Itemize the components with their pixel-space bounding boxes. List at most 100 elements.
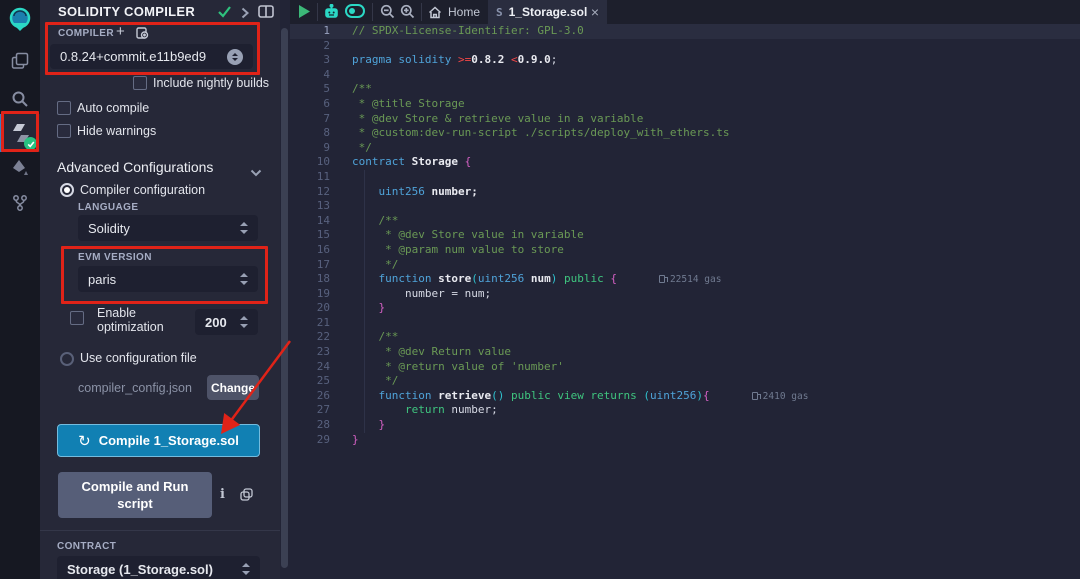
code-line-13[interactable]: 13	[290, 199, 1080, 214]
ai-assistant-icon[interactable]	[323, 4, 340, 20]
compile-and-run-button[interactable]: Compile and Run script	[58, 472, 212, 518]
code-line-2[interactable]: 2	[290, 39, 1080, 54]
language-select[interactable]: Solidity	[78, 215, 258, 241]
fuel-pump-icon	[659, 275, 665, 283]
evm-version-value: paris	[88, 272, 239, 287]
code-line-28[interactable]: 28 }	[290, 418, 1080, 433]
editor-tabbar: Home S 1_Storage.sol ×	[290, 0, 1080, 24]
line-number: 24	[290, 360, 346, 375]
compile-success-check-icon	[217, 5, 232, 23]
tab-home[interactable]: Home	[428, 0, 488, 24]
hide-warnings-checkbox[interactable]	[57, 124, 71, 138]
line-number: 5	[290, 82, 346, 97]
copilot-toggle-icon[interactable]	[345, 4, 365, 18]
code-line-12[interactable]: 12 uint256 number;	[290, 185, 1080, 200]
code-line-29[interactable]: 29}	[290, 433, 1080, 448]
code-line-20[interactable]: 20 }	[290, 301, 1080, 316]
code-line-10[interactable]: 10contract Storage {	[290, 155, 1080, 170]
line-number: 8	[290, 126, 346, 141]
optimization-runs-input[interactable]: 200	[195, 309, 258, 335]
collapse-chevron-icon[interactable]	[241, 6, 249, 24]
copy-icon[interactable]	[240, 488, 253, 506]
change-config-button[interactable]: Change	[207, 375, 259, 400]
code-line-3[interactable]: 3pragma solidity >=0.8.2 <0.9.0;	[290, 53, 1080, 68]
line-number: 3	[290, 53, 346, 68]
evm-version-select[interactable]: paris	[78, 266, 258, 292]
contract-value: Storage (1_Storage.sol)	[67, 562, 241, 577]
advanced-configurations-title[interactable]: Advanced Configurations	[57, 159, 213, 175]
use-config-file-label: Use configuration file	[80, 351, 197, 365]
zoom-in-icon[interactable]	[400, 4, 415, 19]
gas-estimate-annotation: 2410 gas	[752, 391, 809, 402]
evm-version-label: EVM VERSION	[78, 252, 152, 263]
code-line-9[interactable]: 9 */	[290, 141, 1080, 156]
toolbar-separator	[317, 3, 318, 21]
deploy-run-icon[interactable]	[0, 150, 40, 188]
panel-scrollbar[interactable]	[281, 28, 288, 568]
zoom-out-icon[interactable]	[380, 4, 395, 19]
line-number: 14	[290, 214, 346, 229]
enable-optimization-checkbox[interactable]	[70, 311, 84, 325]
code-line-11[interactable]: 11	[290, 170, 1080, 185]
line-number: 4	[290, 68, 346, 83]
gas-estimate-annotation: 22514 gas	[659, 274, 721, 285]
line-number: 23	[290, 345, 346, 360]
code-line-8[interactable]: 8 * @custom:dev-run-script ./scripts/dep…	[290, 126, 1080, 141]
contract-section-label: CONTRACT	[57, 541, 116, 552]
enable-optimization-label: Enable optimization	[97, 306, 187, 334]
remix-ide-window: SOLIDITY COMPILER COMPILER + 0.8.24+comm…	[0, 0, 1080, 579]
code-line-4[interactable]: 4	[290, 68, 1080, 83]
code-line-16[interactable]: 16 * @param num value to store	[290, 243, 1080, 258]
code-editor: Home S 1_Storage.sol × 1// SPDX-License-…	[290, 0, 1080, 579]
auto-compile-checkbox[interactable]	[57, 101, 71, 115]
open-file-icon[interactable]	[135, 26, 149, 45]
config-file-name[interactable]: compiler_config.json	[78, 381, 192, 395]
compiler-configuration-label: Compiler configuration	[80, 183, 205, 197]
fuel-pump-icon	[752, 392, 758, 400]
contract-stepper-icon	[241, 563, 250, 575]
code-line-26[interactable]: 26 function retrieve() public view retur…	[290, 389, 1080, 404]
use-config-file-radio[interactable]	[60, 352, 74, 366]
code-line-7[interactable]: 7 * @dev Store & retrieve value in a var…	[290, 112, 1080, 127]
code-line-5[interactable]: 5/**	[290, 82, 1080, 97]
chevron-down-icon[interactable]	[250, 164, 262, 182]
code-line-21[interactable]: 21	[290, 316, 1080, 331]
code-line-19[interactable]: 19 number = num;	[290, 287, 1080, 302]
code-lines[interactable]: 1// SPDX-License-Identifier: GPL-3.023pr…	[290, 24, 1080, 447]
optimization-runs-value: 200	[205, 315, 239, 330]
code-line-24[interactable]: 24 * @return value of 'number'	[290, 360, 1080, 375]
tab-storage-sol[interactable]: S 1_Storage.sol ×	[488, 0, 607, 24]
code-line-14[interactable]: 14 /**	[290, 214, 1080, 229]
compiler-configuration-radio[interactable]	[60, 183, 74, 197]
git-icon[interactable]	[0, 184, 40, 222]
panel-title: SOLIDITY COMPILER	[58, 4, 195, 19]
file-explorer-icon[interactable]	[0, 42, 40, 80]
line-number: 1	[290, 24, 346, 39]
info-icon[interactable]: i	[220, 487, 225, 502]
code-line-1[interactable]: 1// SPDX-License-Identifier: GPL-3.0	[290, 24, 1080, 39]
search-icon[interactable]	[0, 80, 40, 118]
compiler-version-select[interactable]: 0.8.24+commit.e11b9ed9	[50, 44, 253, 69]
run-script-icon[interactable]	[298, 4, 311, 19]
code-line-18[interactable]: 18 function store(uint256 num) public {2…	[290, 272, 1080, 287]
add-compiler-icon[interactable]: +	[116, 23, 125, 40]
code-line-17[interactable]: 17 */	[290, 258, 1080, 273]
code-line-27[interactable]: 27 return number;	[290, 403, 1080, 418]
line-number: 11	[290, 170, 346, 185]
code-line-15[interactable]: 15 * @dev Store value in variable	[290, 228, 1080, 243]
pin-panel-icon[interactable]	[258, 5, 274, 23]
code-line-22[interactable]: 22 /**	[290, 330, 1080, 345]
code-line-23[interactable]: 23 * @dev Return value	[290, 345, 1080, 360]
toolbar-separator	[421, 3, 422, 21]
solidity-compiler-icon[interactable]	[0, 114, 40, 152]
compiler-section-label: COMPILER	[58, 28, 114, 39]
code-line-25[interactable]: 25 */	[290, 374, 1080, 389]
line-number: 16	[290, 243, 346, 258]
compile-button[interactable]: ↻ Compile 1_Storage.sol	[57, 424, 260, 457]
include-nightly-checkbox[interactable]	[133, 76, 147, 90]
remix-logo-icon[interactable]	[0, 4, 40, 36]
code-line-6[interactable]: 6 * @title Storage	[290, 97, 1080, 112]
contract-select[interactable]: Storage (1_Storage.sol)	[57, 556, 260, 579]
close-tab-icon[interactable]: ×	[591, 4, 599, 20]
language-stepper-icon	[239, 222, 248, 234]
